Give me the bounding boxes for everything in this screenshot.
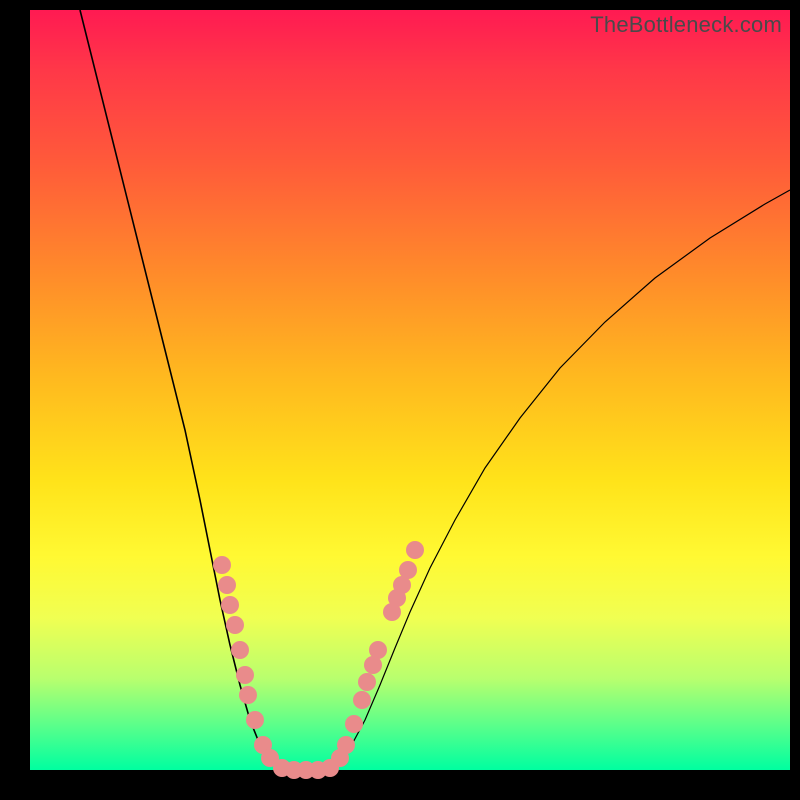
data-point <box>369 641 387 659</box>
data-point <box>406 541 424 559</box>
scatter-points <box>213 541 424 779</box>
data-point <box>226 616 244 634</box>
data-point <box>246 711 264 729</box>
data-point <box>399 561 417 579</box>
data-point <box>213 556 231 574</box>
data-point <box>236 666 254 684</box>
data-point <box>221 596 239 614</box>
data-point <box>337 736 355 754</box>
data-point <box>231 641 249 659</box>
right-branch <box>330 190 790 770</box>
plot-area: TheBottleneck.com <box>30 10 790 770</box>
data-point <box>353 691 371 709</box>
left-branch <box>80 10 290 770</box>
data-point <box>218 576 236 594</box>
data-point <box>345 715 363 733</box>
chart-frame: TheBottleneck.com <box>0 0 800 800</box>
curve-svg <box>30 10 790 770</box>
data-point <box>358 673 376 691</box>
data-point <box>239 686 257 704</box>
